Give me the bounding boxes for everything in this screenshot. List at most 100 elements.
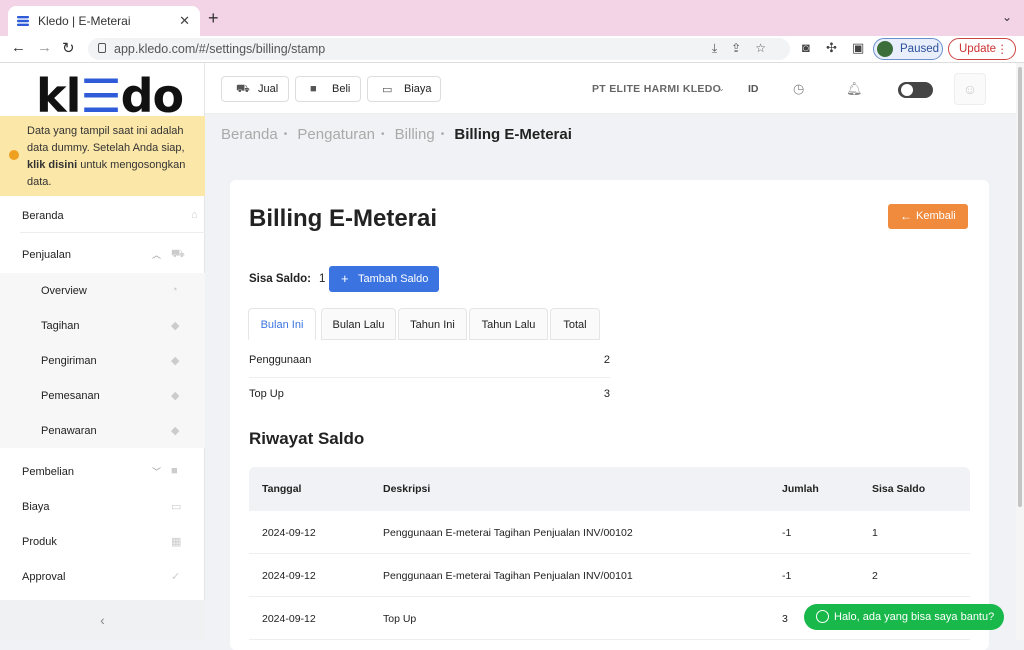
profile-label: Paused — [900, 43, 940, 55]
sidebar-item-penjualan[interactable]: Penjualan ︿ ⛟ — [0, 237, 205, 272]
history-title: Riwayat Saldo — [249, 429, 365, 448]
arrow-left-icon: ← — [900, 209, 912, 223]
warning-icon — [9, 150, 19, 160]
lock-icon — [98, 43, 106, 53]
language-selector[interactable]: ID — [748, 83, 759, 95]
card-icon: ▭ — [171, 501, 182, 513]
profile-button[interactable]: Paused — [873, 38, 943, 60]
col-tanggal: Tanggal — [262, 483, 302, 495]
billing-card: Billing E-Meterai ← Kembali Sisa Saldo: 1 … — [230, 180, 989, 650]
basket-icon: ⛟ — [171, 248, 185, 260]
tab-bulan-lalu[interactable]: Bulan Lalu — [321, 308, 396, 340]
sidebar: kl☰do Data yang tampil saat ini adalah d… — [0, 63, 205, 640]
update-button[interactable]: Update ⋮ — [948, 38, 1016, 60]
extensions-icon[interactable]: ✣ — [826, 40, 837, 56]
balance-label: Sisa Saldo: — [249, 273, 311, 285]
chevron-left-icon: ‹ — [100, 612, 105, 628]
col-deskripsi: Deskripsi — [383, 483, 431, 495]
close-tab-icon[interactable]: ✕ — [179, 13, 190, 29]
sidebar-item-overview[interactable]: Overview ◔ — [0, 273, 205, 308]
new-tab-button[interactable]: + — [208, 8, 219, 29]
sidebar-item-tagihan[interactable]: Tagihan ◆ — [0, 308, 205, 343]
browser-tabbar: Kledo | E-Meterai ✕ + ⌄ — [0, 0, 1024, 36]
breadcrumb-pengaturan[interactable]: Pengaturan — [297, 126, 375, 143]
tag-icon: ◆ — [171, 320, 180, 332]
app-topbar: ⛟ Jual ■ Beli ▭ Biaya PT ELITE HARMI KLEDO … — [205, 63, 1024, 114]
sidebar-item-biaya[interactable]: Biaya ▭ — [0, 489, 205, 524]
chevron-down-icon: ﹀ — [151, 467, 161, 477]
table-row: 2024-09-12 Penggunaan E-meterai Tagihan P… — [249, 554, 970, 597]
tab-title: Kledo | E-Meterai — [38, 14, 131, 28]
chevron-down-icon[interactable]: ⌄ — [718, 84, 725, 93]
tab-list-chevron-icon[interactable]: ⌄ — [1002, 10, 1012, 24]
camera-icon[interactable]: ◙ — [802, 40, 810, 55]
bell-icon[interactable]: 🔔︎ — [846, 81, 863, 97]
page-title: Billing E-Meterai — [249, 205, 438, 232]
update-label: Update — [959, 43, 997, 55]
reload-icon[interactable]: ↻ — [62, 39, 75, 57]
clear-data-link[interactable]: klik disini — [27, 159, 77, 171]
history-table-header: Tanggal Deskripsi Jumlah Sisa Saldo — [249, 467, 970, 511]
theme-toggle[interactable] — [898, 82, 933, 98]
url-text: app.kledo.com/#/settings/billing/stamp — [114, 42, 326, 56]
basket-icon: ⛟ — [236, 83, 250, 95]
sidepanel-icon[interactable]: ▣ — [852, 40, 864, 56]
biaya-button[interactable]: ▭ Biaya — [367, 76, 441, 102]
sidebar-item-beranda[interactable]: Beranda ⌂ — [20, 198, 205, 233]
sidebar-item-pengiriman[interactable]: Pengiriman ◆ — [0, 343, 205, 378]
check-icon: ✓ — [171, 571, 181, 583]
back-arrow-icon[interactable]: ← — [11, 39, 26, 56]
sidebar-item-produk[interactable]: Produk ▦ — [0, 524, 205, 559]
breadcrumb-billing[interactable]: Billing — [395, 126, 435, 143]
dummy-data-notice: Data yang tampil saat ini adalah data du… — [0, 116, 205, 196]
company-selector[interactable]: PT ELITE HARMI KLEDO — [592, 83, 721, 95]
table-row: 2024-09-12 Penggunaan E-meterai Tagihan P… — [249, 511, 970, 554]
sidebar-item-approval[interactable]: Approval ✓ — [0, 559, 205, 594]
kledo-logo[interactable]: kl☰do — [36, 69, 184, 123]
collapse-sidebar-button[interactable]: ‹ — [0, 600, 205, 640]
sidebar-item-penawaran[interactable]: Penawaran ◆ — [0, 413, 205, 448]
tab-bulan-ini[interactable]: Bulan Ini — [248, 308, 316, 340]
scrollbar-thumb[interactable] — [1018, 67, 1022, 507]
col-sisa-saldo: Sisa Saldo — [872, 483, 926, 495]
tab-tahun-ini[interactable]: Tahun Ini — [398, 308, 467, 340]
tag-icon: ◆ — [171, 425, 180, 437]
page-scrollbar[interactable] — [1016, 63, 1024, 640]
menu-dots-icon: ⋮ — [996, 44, 1009, 56]
beli-button[interactable]: ■ Beli — [295, 76, 361, 102]
jual-button[interactable]: ⛟ Jual — [221, 76, 289, 102]
user-icon: ☺ — [962, 81, 978, 97]
toggle-knob — [901, 84, 913, 96]
stat-penggunaan: Penggunaan 2 — [249, 344, 610, 378]
card-icon: ▭ — [382, 84, 393, 96]
breadcrumb-current: Billing E-Meterai — [454, 126, 572, 143]
clock-icon[interactable]: ◷ — [793, 81, 804, 97]
add-balance-button[interactable]: + Tambah Saldo — [329, 266, 439, 292]
box-icon: ▦ — [171, 536, 182, 548]
whatsapp-icon — [816, 610, 829, 623]
browser-tab[interactable]: Kledo | E-Meterai ✕ — [8, 6, 200, 36]
back-button[interactable]: ← Kembali — [888, 204, 968, 229]
sidebar-item-pembelian[interactable]: Pembelian ﹀ ■ — [0, 454, 205, 489]
tab-total[interactable]: Total — [550, 308, 600, 340]
whatsapp-chat-button[interactable]: Halo, ada yang bisa saya bantu? — [804, 604, 1004, 630]
home-icon: ⌂ — [191, 209, 198, 221]
breadcrumb-beranda[interactable]: Beranda — [221, 126, 278, 143]
address-bar-row: ← → ↻ app.kledo.com/#/settings/billing/s… — [0, 36, 1024, 63]
shopping-bag-icon: ■ — [171, 465, 178, 477]
avatar-icon — [877, 41, 893, 57]
chevron-up-icon: ︿ — [151, 250, 161, 260]
user-avatar[interactable]: ☺ — [954, 73, 986, 105]
kledo-favicon-icon — [17, 16, 29, 26]
tag-icon: ◆ — [171, 390, 180, 402]
pie-chart-icon: ◔ — [171, 284, 178, 296]
tab-tahun-lalu[interactable]: Tahun Lalu — [469, 308, 548, 340]
sidebar-item-pemesanan[interactable]: Pemesanan ◆ — [0, 378, 205, 413]
tag-icon: ◆ — [171, 355, 180, 367]
forward-arrow-icon[interactable]: → — [37, 39, 52, 56]
plus-icon: + — [341, 271, 349, 286]
address-actions-icon[interactable]: ⤓⇪☆ — [712, 41, 780, 56]
url-field[interactable]: app.kledo.com/#/settings/billing/stamp ⤓… — [88, 38, 790, 60]
shopping-bag-icon: ■ — [310, 83, 317, 95]
stat-topup: Top Up 3 — [249, 388, 610, 400]
